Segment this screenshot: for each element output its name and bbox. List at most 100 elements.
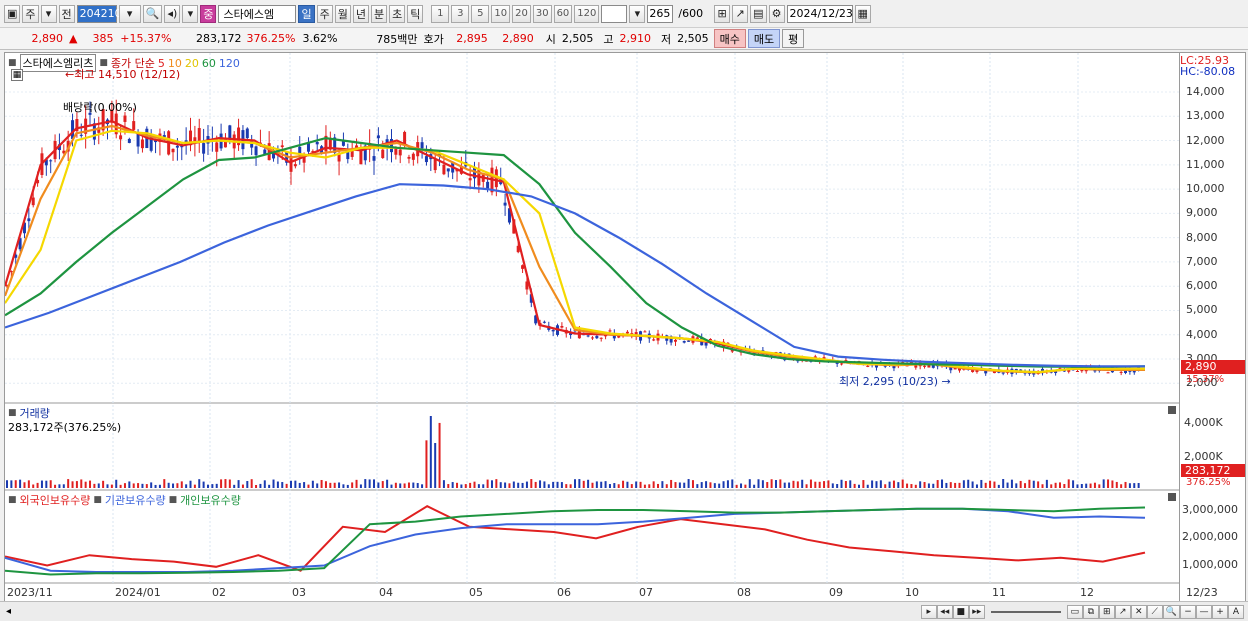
interval-custom-input[interactable] xyxy=(601,4,628,23)
speaker-icon[interactable]: ◂) xyxy=(164,4,181,23)
code-input[interactable]: 204210 xyxy=(76,4,122,23)
first-page-icon[interactable]: ◂◂ xyxy=(936,604,953,619)
volume-bar xyxy=(442,480,445,488)
scroll-right-icon[interactable]: ▸ xyxy=(920,604,937,619)
market-dropdown-icon[interactable]: ▾ xyxy=(40,4,57,23)
price-change: 385 xyxy=(92,32,114,45)
volume-bar xyxy=(823,481,826,488)
scroll-left-icon[interactable]: ◂ xyxy=(6,606,11,617)
volume-bar xyxy=(906,483,909,488)
legend-individual[interactable]: 개인보유수량 xyxy=(180,492,241,508)
panel-close-icon[interactable] xyxy=(1168,406,1176,414)
interval-5[interactable]: 5 xyxy=(471,4,490,23)
search-icon[interactable]: 🔍 xyxy=(142,4,163,23)
open-price: 2,505 xyxy=(561,32,594,45)
volume-bar xyxy=(840,479,843,488)
volume-bar xyxy=(495,479,498,488)
period-tick[interactable]: 틱 xyxy=(407,4,424,23)
candle-body xyxy=(424,156,428,163)
interval-3[interactable]: 3 xyxy=(451,4,470,23)
interval-dropdown-icon[interactable]: ▾ xyxy=(629,4,646,23)
zoom-slider[interactable] xyxy=(990,610,1061,613)
volume-bar xyxy=(1041,484,1044,488)
volume-bar xyxy=(1072,480,1075,488)
zoom-in-icon[interactable]: + xyxy=(1212,604,1228,619)
ma-period-120[interactable]: 120 xyxy=(219,57,240,70)
interval-1[interactable]: 1 xyxy=(431,4,450,23)
layout-icon[interactable]: ▭ xyxy=(1066,604,1083,619)
panel-bullet-icon: ■ xyxy=(93,495,102,505)
speaker-dropdown-icon[interactable]: ▾ xyxy=(182,4,199,23)
last-page-icon[interactable]: ▸▸ xyxy=(968,604,985,619)
x-axis-label: 09 xyxy=(829,586,843,599)
price-tick: 4,000 xyxy=(1186,327,1218,341)
scroll-bar[interactable]: ◂ ▸ ◂◂ ■ ▸▸ ▭ ⧉ ⊞ ↗ ✕ ⟋ 🔍 − — + A xyxy=(0,601,1248,621)
volume-bar xyxy=(364,479,367,488)
x-axis-label: 03 xyxy=(292,586,306,599)
period-day[interactable]: 일 xyxy=(298,4,315,23)
candle-body xyxy=(923,365,927,367)
period-minute[interactable]: 분 xyxy=(370,4,388,23)
calendar-icon[interactable]: ▦ xyxy=(854,4,871,23)
volume-bar xyxy=(530,479,533,488)
chart-icon[interactable]: ↗ xyxy=(1114,604,1131,619)
draw-icon[interactable]: ⟋ xyxy=(1146,604,1163,619)
interval-120[interactable]: 120 xyxy=(574,4,600,23)
legend-foreign[interactable]: 외국인보유수량 xyxy=(20,492,91,508)
price-tick: 8,000 xyxy=(1186,230,1218,244)
line-icon[interactable]: — xyxy=(1196,604,1212,619)
ma-period-20[interactable]: 20 xyxy=(185,57,199,70)
zoom-icon[interactable]: 🔍 xyxy=(1162,604,1180,619)
volume-bar xyxy=(499,482,502,488)
crosshair-icon[interactable]: ✕ xyxy=(1130,604,1147,619)
period-month[interactable]: 월 xyxy=(334,4,351,23)
prev-button[interactable]: 전 xyxy=(58,4,75,23)
period-week[interactable]: 주 xyxy=(316,4,333,23)
date-input[interactable]: 2024/12/23 xyxy=(786,4,853,23)
text-icon[interactable]: A xyxy=(1228,604,1244,619)
volume-bar xyxy=(62,484,65,488)
volume-bar xyxy=(237,480,240,488)
settings-icon[interactable]: ⚙ xyxy=(768,4,785,23)
interval-60[interactable]: 60 xyxy=(553,4,573,23)
volume-bar xyxy=(827,480,830,488)
ma-period-60[interactable]: 60 xyxy=(202,57,216,70)
interval-20[interactable]: 20 xyxy=(512,4,531,23)
volume-bar xyxy=(1076,484,1079,488)
high-note: ←최고 14,510 (12/12) xyxy=(65,68,181,81)
stop-icon[interactable]: ■ xyxy=(952,604,969,619)
candle-body xyxy=(315,141,319,145)
period-second[interactable]: 초 xyxy=(389,4,406,23)
chart-canvas[interactable]: ■ 스타에스엠리츠 ■ 종가 단순 5 10 20 60 120 ▦ ←최고 1… xyxy=(4,52,1181,602)
interval-10[interactable]: 10 xyxy=(491,4,511,23)
hc-label: HC:-80.08 xyxy=(1180,65,1236,78)
price-tick: 9,000 xyxy=(1186,206,1218,220)
eval-button[interactable]: 평 xyxy=(782,29,805,48)
volume-bar xyxy=(1002,479,1005,488)
legend-institution[interactable]: 기관보유수량 xyxy=(105,492,166,508)
volume-bar xyxy=(674,482,677,488)
grid-icon[interactable]: ⊞ xyxy=(1098,604,1115,619)
candle-type-icon[interactable]: ⊞ xyxy=(714,4,731,23)
buy-button[interactable]: 매수 xyxy=(713,29,746,48)
sell-button[interactable]: 매도 xyxy=(747,29,781,48)
copy-icon[interactable]: ⧉ xyxy=(1082,604,1099,619)
market-select[interactable]: 주 xyxy=(22,4,39,23)
volume-bar xyxy=(595,481,598,488)
indicator-icon[interactable]: ↗ xyxy=(732,4,749,23)
panel-close-icon[interactable] xyxy=(1168,493,1176,501)
volume-bar xyxy=(193,484,196,488)
holding-tick-1m: 1,000,000 xyxy=(1182,558,1238,571)
save-icon[interactable]: ▤ xyxy=(750,4,767,23)
volume-bar xyxy=(1089,483,1092,488)
table-icon[interactable]: ▦ xyxy=(11,69,23,81)
code-dropdown-icon[interactable]: ▾ xyxy=(118,4,141,23)
zoom-out-icon[interactable]: − xyxy=(1180,604,1196,619)
visible-count-input[interactable]: 265 xyxy=(647,4,674,23)
interval-30[interactable]: 30 xyxy=(532,4,552,23)
volume-tick-2000k: 2,000K xyxy=(1184,450,1223,463)
period-year[interactable]: 년 xyxy=(352,4,369,23)
chart-window-icon[interactable]: ▣ xyxy=(4,4,21,23)
last-change-tag: 15.37% xyxy=(1186,374,1225,385)
candle-body xyxy=(407,156,411,159)
